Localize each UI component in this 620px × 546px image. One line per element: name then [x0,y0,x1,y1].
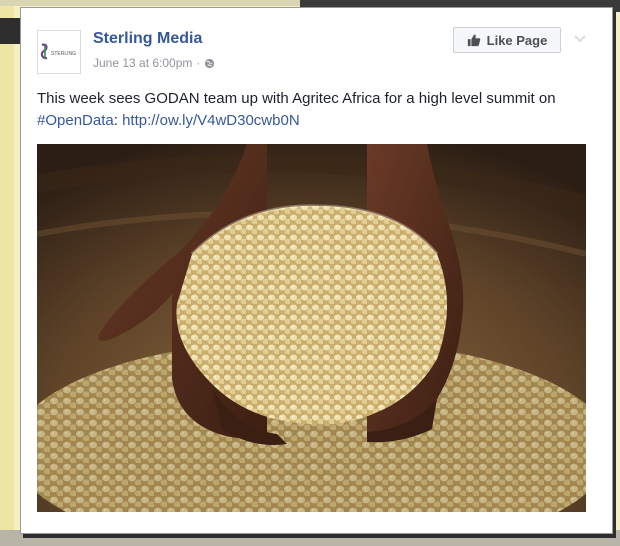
sterling-logo-icon: STERLING [40,43,76,60]
page-avatar[interactable]: STERLING [37,30,81,74]
post-text: This week sees GODAN team up with Agrite… [37,88,577,132]
post-url-link[interactable]: http://ow.ly/V4wD30cwb0N [122,112,300,129]
post-meta: June 13 at 6:00pm · [93,56,215,70]
globe-icon [205,58,215,68]
meta-separator: · [196,56,201,70]
post-colon: : [113,112,118,129]
facebook-post-card: STERLING Sterling Media June 13 at 6:00p… [20,7,613,534]
post-timestamp[interactable]: June 13 at 6:00pm [93,56,192,70]
background-left-strip [0,0,14,546]
post-body-text: This week sees GODAN team up with Agrite… [37,90,556,107]
thumbs-up-icon [467,34,480,47]
post-photo[interactable] [37,144,586,512]
like-page-button[interactable]: Like Page [453,27,561,53]
page-name-link[interactable]: Sterling Media [93,30,202,48]
chevron-down-icon[interactable] [573,31,587,45]
like-page-label: Like Page [486,32,548,48]
avatar-logo-text: STERLING [51,51,76,57]
hashtag-link[interactable]: #OpenData [37,112,114,129]
background-dark-tab [0,18,20,44]
photo-hands-beans [37,144,586,512]
